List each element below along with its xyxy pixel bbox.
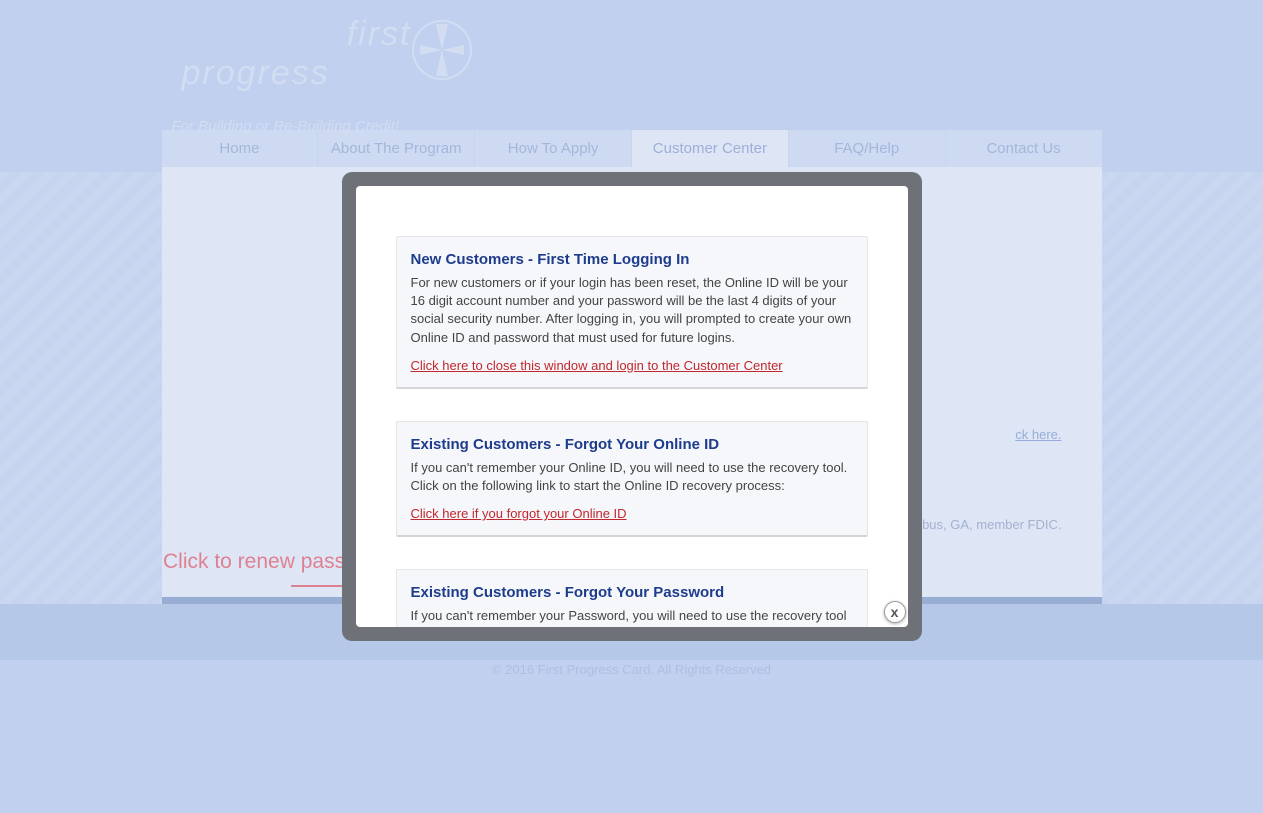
card-body: If you can't remember your Password, you… — [411, 607, 853, 627]
card-forgot-password: Existing Customers - Forgot Your Passwor… — [396, 569, 868, 627]
card-forgot-online-id: Existing Customers - Forgot Your Online … — [396, 421, 868, 537]
modal-backdrop: New Customers - First Time Logging In Fo… — [0, 0, 1263, 813]
card-title: Existing Customers - Forgot Your Online … — [411, 436, 853, 453]
modal-scroll-area[interactable]: New Customers - First Time Logging In Fo… — [356, 186, 908, 627]
forgot-online-id-link[interactable]: Click here if you forgot your Online ID — [411, 506, 627, 521]
card-title: New Customers - First Time Logging In — [411, 251, 853, 268]
card-new-customers: New Customers - First Time Logging In Fo… — [396, 236, 868, 389]
modal-close-button[interactable]: x — [884, 601, 906, 623]
help-modal: New Customers - First Time Logging In Fo… — [342, 172, 922, 641]
card-body: For new customers or if your login has b… — [411, 274, 853, 347]
close-and-login-link[interactable]: Click here to close this window and logi… — [411, 358, 783, 373]
card-title: Existing Customers - Forgot Your Passwor… — [411, 584, 853, 601]
card-body: If you can't remember your Online ID, yo… — [411, 459, 853, 495]
close-icon: x — [891, 604, 899, 620]
